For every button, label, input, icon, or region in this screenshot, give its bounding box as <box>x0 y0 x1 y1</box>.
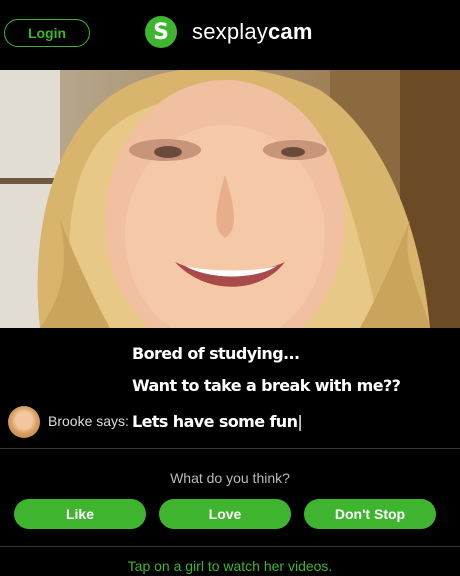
typing-cursor: | <box>297 412 303 431</box>
logo-text-bold: cam <box>268 19 313 44</box>
logo-text-light: sexplay <box>192 19 268 44</box>
logo-mark-icon: S <box>145 16 177 48</box>
speaker-label: Brooke says: <box>48 413 129 429</box>
video-frame-image <box>0 70 460 328</box>
divider <box>0 546 460 547</box>
video-player[interactable] <box>0 70 460 328</box>
site-logo[interactable]: S sexplaycam <box>145 16 313 48</box>
top-bar: Login S sexplaycam <box>0 0 460 70</box>
poll-question: What do you think? <box>170 470 290 486</box>
avatar[interactable] <box>8 406 40 438</box>
login-button[interactable]: Login <box>4 19 90 47</box>
chat-message: Want to take a break with me?? <box>132 376 401 395</box>
logo-text: sexplaycam <box>192 19 313 45</box>
divider <box>0 448 460 449</box>
love-button[interactable]: Love <box>159 499 291 529</box>
dont-stop-button[interactable]: Don't Stop <box>304 499 436 529</box>
chat-message: Bored of studying... <box>132 344 300 363</box>
typing-text: Lets have some fun <box>132 412 298 431</box>
footer-hint[interactable]: Tap on a girl to watch her videos. <box>0 558 460 574</box>
like-button[interactable]: Like <box>14 499 146 529</box>
chat-area: Bored of studying... Want to take a brea… <box>0 328 460 448</box>
chat-message-typing: Lets have some fun| <box>132 412 303 431</box>
